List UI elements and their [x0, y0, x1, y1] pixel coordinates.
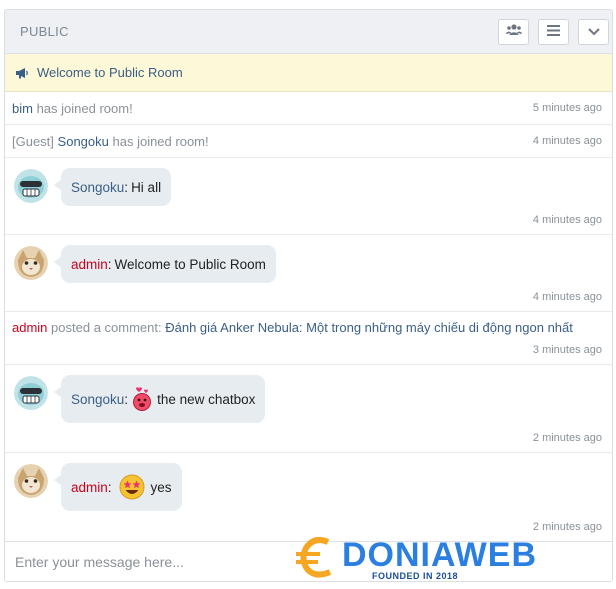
message-text: the new chatbox	[157, 391, 256, 407]
event-username[interactable]: Songoku	[58, 134, 109, 149]
menu-icon	[547, 24, 560, 39]
message-time: 4 minutes ago	[532, 291, 602, 303]
message-input[interactable]	[5, 542, 612, 581]
users-button[interactable]	[498, 18, 529, 45]
message-bubble: Songoku: Hi all	[53, 168, 172, 206]
bullhorn-icon	[15, 67, 29, 79]
message-text: Hi all	[131, 179, 162, 195]
header-buttons	[498, 18, 609, 45]
event-row: bim has joined room! 5 minutes ago	[5, 92, 612, 125]
event-row: [Guest] Songoku has joined room! 4 minut…	[5, 125, 612, 158]
room-title: PUBLIC	[20, 24, 69, 39]
message-time: 2 minutes ago	[532, 432, 602, 444]
room-notice: Welcome to Public Room	[5, 54, 612, 92]
event-action: has joined room!	[112, 133, 209, 149]
guest-tag: [Guest]	[12, 133, 54, 149]
message-text: Welcome to Public Room	[114, 256, 266, 272]
message-time: 2 minutes ago	[532, 521, 602, 533]
message-username[interactable]: Songoku	[71, 180, 124, 195]
message-username[interactable]: admin	[71, 257, 108, 272]
event-time: 4 minutes ago	[532, 135, 602, 147]
admin-avatar[interactable]	[14, 246, 48, 280]
message-row: Songoku: Hi all 4 minutes ago	[5, 158, 612, 235]
admin-avatar[interactable]	[14, 464, 48, 498]
chatbox: PUBLIC Welcome to Public Room bim has jo…	[4, 9, 613, 582]
users-icon	[505, 24, 522, 39]
message-input-bar	[5, 541, 612, 581]
songoku-avatar[interactable]	[14, 169, 48, 203]
message-time: 4 minutes ago	[532, 214, 602, 226]
songoku-avatar[interactable]	[14, 376, 48, 410]
comment-username[interactable]: admin	[12, 320, 47, 335]
message-bubble: admin: Welcome to Public Room	[54, 245, 276, 283]
star-eyes-emoji	[119, 474, 145, 500]
event-action: has joined room!	[36, 100, 133, 116]
chevron-down-icon	[587, 24, 600, 39]
message-username[interactable]: Songoku	[71, 392, 124, 407]
message-text: yes	[150, 479, 172, 495]
comment-action: posted a comment:	[51, 320, 162, 335]
menu-button[interactable]	[538, 18, 569, 45]
notice-text: Welcome to Public Room	[37, 65, 183, 80]
message-row: admin: Welcome to Public Room 4 minutes …	[5, 235, 612, 312]
love-emoji	[131, 386, 153, 412]
message-row: Songoku: the new chatbox 2 minutes ago	[5, 365, 612, 453]
event-username[interactable]: bim	[12, 101, 33, 116]
comment-link[interactable]: Đánh giá Anker Nebula: Một trong những m…	[165, 320, 573, 335]
message-username[interactable]: admin	[71, 480, 108, 495]
event-time: 5 minutes ago	[532, 102, 602, 114]
chatbox-header: PUBLIC	[5, 10, 612, 54]
comment-time: 3 minutes ago	[532, 344, 602, 356]
message-row: admin: yes 2 minutes ago	[5, 453, 612, 541]
comment-row: admin posted a comment: Đánh giá Anker N…	[5, 312, 612, 365]
message-bubble: Songoku: the new chatbox	[53, 375, 266, 423]
message-bubble: admin: yes	[54, 463, 182, 511]
collapse-button[interactable]	[578, 18, 609, 45]
